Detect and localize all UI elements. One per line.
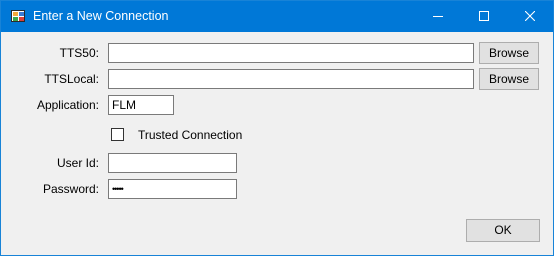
user-id-input[interactable]: [108, 153, 237, 173]
ttslocal-input[interactable]: [108, 69, 474, 89]
title-bar[interactable]: Enter a New Connection: [1, 1, 553, 32]
password-label: Password:: [42, 182, 99, 196]
close-icon: [525, 11, 535, 21]
tts50-browse-button[interactable]: Browse: [479, 42, 539, 64]
close-button[interactable]: [507, 1, 553, 32]
trusted-connection-label[interactable]: Trusted Connection: [138, 128, 242, 142]
application-label: Application:: [36, 98, 99, 112]
trusted-connection-checkbox[interactable]: [111, 128, 124, 141]
tts50-label: TTS50:: [59, 46, 99, 60]
connection-dialog: Enter a New Connection TTS50: Browse TTS…: [0, 0, 554, 256]
minimize-button[interactable]: [415, 1, 461, 32]
minimize-icon: [433, 16, 443, 17]
maximize-button[interactable]: [461, 1, 507, 32]
ttslocal-browse-button[interactable]: Browse: [479, 68, 539, 90]
password-input[interactable]: •••••: [108, 179, 237, 199]
maximize-icon: [479, 11, 489, 21]
app-icon: [11, 10, 25, 22]
tts50-input[interactable]: [108, 43, 474, 63]
ttslocal-label: TTSLocal:: [44, 72, 99, 86]
user-id-label: User Id:: [56, 156, 99, 170]
ok-button[interactable]: OK: [466, 219, 540, 242]
application-input[interactable]: FLM: [108, 95, 174, 115]
window-title: Enter a New Connection: [33, 9, 169, 23]
